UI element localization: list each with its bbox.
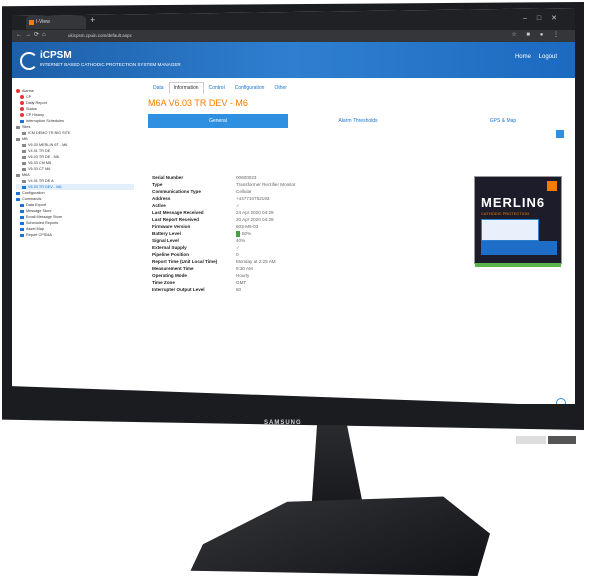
commands-icon — [16, 197, 20, 201]
folder-icon — [16, 137, 20, 141]
browser-extensions-icon[interactable]: ☆ ■ ● ⋮ — [511, 31, 563, 38]
device-title: M6A V6.03 TR DEV - M6 — [148, 98, 248, 108]
device-icon — [22, 167, 26, 171]
product-image: MERLIN6 CATHODIC PROTECTION — [474, 176, 562, 267]
top-nav: Home Logout — [509, 54, 557, 60]
device-icon — [22, 185, 26, 189]
report-icon — [20, 233, 24, 237]
main-content: Data Information Control Configuration Other… — [138, 78, 568, 406]
email-icon — [20, 215, 24, 219]
tab-data[interactable]: Data — [148, 82, 169, 94]
nav-buttons-icon[interactable]: ←→⟳⌂ — [16, 31, 49, 38]
subtabs: General Alarm Thresholds GPS & Map — [148, 114, 568, 128]
logo-ring-icon — [20, 52, 38, 70]
monitor-chin — [2, 404, 584, 430]
product-terminal-strip — [475, 263, 561, 267]
tab-other[interactable]: Other — [269, 82, 292, 94]
message-icon — [20, 209, 24, 213]
device-icon — [22, 155, 26, 159]
monitor-brand: SAMSUNG — [264, 420, 302, 426]
check-icon: ✓ — [236, 203, 240, 208]
device-icon — [22, 143, 26, 147]
browser-tab[interactable]: I-View — [26, 16, 86, 29]
app-header: iCPSM INTERNET BASED CATHODIC PROTECTION… — [12, 42, 575, 78]
product-keypad — [481, 241, 557, 255]
edit-button[interactable] — [556, 130, 564, 138]
browser-tabstrip: I-View + –□✕ — [12, 8, 575, 30]
folder-icon — [16, 173, 20, 177]
folder-icon — [16, 125, 20, 129]
subtab-alarm-thresholds[interactable]: Alarm Thresholds — [298, 114, 418, 128]
content-tabs: Data Information Control Configuration Other — [148, 82, 292, 94]
url-field[interactable]: ukicpsm.cpuin.com/default.aspx — [68, 32, 132, 40]
battery-icon — [236, 230, 240, 237]
device-icon — [22, 161, 26, 165]
subtab-general[interactable]: General — [148, 114, 288, 128]
alarm-icon — [16, 89, 20, 93]
app-name: iCPSM — [40, 50, 72, 61]
status-dot-icon — [20, 101, 24, 105]
export-icon — [20, 203, 24, 207]
monitor-frame: I-View + –□✕ ←→⟳⌂ ukicpsm.cpuin.com/defa… — [2, 2, 584, 422]
map-icon — [20, 227, 24, 231]
sidebar-item[interactable]: Report CPSMA — [16, 232, 134, 238]
check-icon: ✓ — [236, 245, 240, 250]
browser-tab-title: I-View — [36, 19, 50, 25]
tab-configuration[interactable]: Configuration — [230, 82, 270, 94]
product-display — [481, 219, 539, 241]
app-tagline: INTERNET BASED CATHODIC PROTECTION SYSTE… — [40, 62, 181, 67]
tab-control[interactable]: Control — [204, 82, 230, 94]
config-icon — [16, 191, 20, 195]
report-icon — [20, 221, 24, 225]
tab-information[interactable]: Information — [168, 82, 204, 94]
favicon-icon — [29, 20, 34, 25]
device-icon — [22, 179, 26, 183]
energy-sticker — [516, 436, 546, 444]
status-dot-icon — [20, 107, 24, 111]
window-controls[interactable]: –□✕ — [523, 14, 567, 22]
product-name: MERLIN6 — [481, 195, 546, 210]
subtab-gps-map[interactable]: GPS & Map — [438, 114, 568, 128]
device-icon — [22, 149, 26, 153]
status-dot-icon — [20, 113, 24, 117]
status-dot-icon — [20, 95, 24, 99]
schedule-icon — [20, 119, 24, 123]
nav-home-link[interactable]: Home — [515, 54, 531, 60]
sidebar-tree: Alarms CP Daily Report Status CP History… — [16, 88, 134, 238]
brand-logo-icon — [547, 181, 557, 191]
new-tab-icon[interactable]: + — [90, 15, 95, 25]
screen: I-View + –□✕ ←→⟳⌂ ukicpsm.cpuin.com/defa… — [12, 8, 575, 406]
product-subtitle: CATHODIC PROTECTION — [481, 211, 529, 216]
nav-logout-link[interactable]: Logout — [539, 54, 557, 60]
spec-sticker — [548, 436, 576, 444]
device-icon — [22, 131, 26, 135]
address-bar: ←→⟳⌂ ukicpsm.cpuin.com/default.aspx ☆ ■ … — [12, 30, 575, 42]
